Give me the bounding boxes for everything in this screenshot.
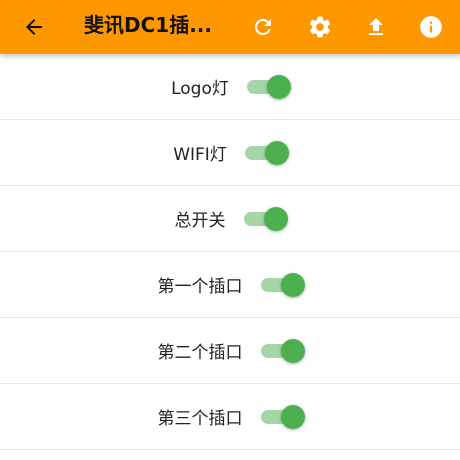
switch-thumb	[280, 272, 305, 297]
switch-thumb	[280, 404, 305, 429]
socket-1-toggle[interactable]	[259, 272, 305, 298]
list-item-label: WIFI灯	[173, 145, 227, 165]
list-item-logo-light: Logo灯	[0, 54, 460, 120]
wifi-light-toggle[interactable]	[243, 140, 289, 166]
app-bar: 斐讯DC1插...	[0, 0, 460, 54]
app-window: 斐讯DC1插... Logo灯 WIFI灯 总开关 第一个插口 第二个插口 第三…	[0, 0, 460, 460]
list-item-socket-2: 第二个插口	[0, 318, 460, 384]
switch-thumb	[264, 140, 289, 165]
switch-thumb	[280, 338, 305, 363]
info-icon[interactable]	[415, 11, 447, 43]
list-item-socket-3: 第三个插口	[0, 384, 460, 450]
switch-thumb	[266, 74, 291, 99]
list-item-label: 第三个插口	[157, 409, 243, 429]
upload-icon[interactable]	[360, 11, 392, 43]
switch-list: Logo灯 WIFI灯 总开关 第一个插口 第二个插口 第三个插口	[0, 54, 460, 450]
list-item-label: 总开关	[174, 211, 226, 231]
master-switch-toggle[interactable]	[242, 206, 288, 232]
list-item-label: 第一个插口	[157, 277, 243, 297]
arrow-back-icon[interactable]	[18, 11, 50, 43]
socket-3-toggle[interactable]	[259, 404, 305, 430]
list-item-label: Logo灯	[171, 79, 229, 99]
list-item-label: 第二个插口	[157, 343, 243, 363]
logo-light-toggle[interactable]	[245, 74, 291, 100]
list-item-socket-1: 第一个插口	[0, 252, 460, 318]
refresh-icon[interactable]	[247, 11, 279, 43]
switch-thumb	[263, 206, 288, 231]
settings-icon[interactable]	[304, 11, 336, 43]
list-item-master-switch: 总开关	[0, 186, 460, 252]
page-title: 斐讯DC1插...	[84, 13, 212, 37]
socket-2-toggle[interactable]	[259, 338, 305, 364]
list-item-wifi-light: WIFI灯	[0, 120, 460, 186]
